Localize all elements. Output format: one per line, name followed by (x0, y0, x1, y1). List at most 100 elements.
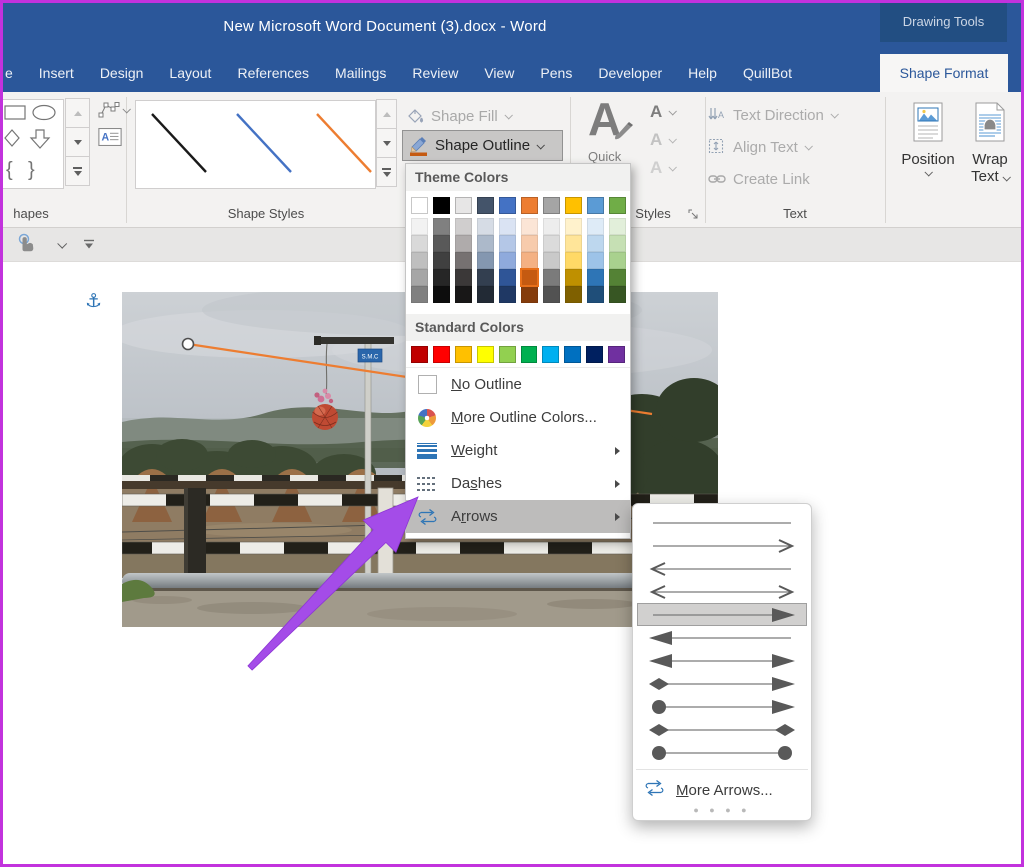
theme-variant-swatch[interactable] (543, 218, 560, 235)
theme-color-swatch[interactable] (609, 197, 626, 214)
standard-color-swatch[interactable] (521, 346, 538, 363)
theme-variant-swatch[interactable] (609, 286, 626, 303)
text-effects-button[interactable]: A (650, 158, 675, 178)
tab-review[interactable]: Review (399, 54, 471, 92)
theme-variant-swatch[interactable] (433, 218, 450, 235)
theme-variant-swatch[interactable] (455, 218, 472, 235)
theme-variant-swatch[interactable] (411, 235, 428, 252)
arrow-style-circle-both[interactable] (637, 741, 807, 764)
menu-item-weight[interactable]: Weight (406, 434, 630, 467)
theme-variant-swatch[interactable] (411, 218, 428, 235)
theme-variant-swatch[interactable] (521, 252, 538, 269)
standard-color-swatch[interactable] (499, 346, 516, 363)
ink-dropdown-chevron-icon[interactable] (57, 239, 67, 249)
standard-color-swatch[interactable] (586, 346, 603, 363)
tab-layout[interactable]: Layout (156, 54, 224, 92)
align-text-button[interactable]: Align Text (708, 138, 811, 156)
menu-item-arrows[interactable]: Arrows (406, 500, 630, 533)
arrow-style-open-left[interactable] (637, 557, 807, 580)
more-arrows-button[interactable]: More Arrows... (633, 775, 811, 805)
standard-color-swatch[interactable] (542, 346, 559, 363)
position-button[interactable]: Position (893, 102, 963, 176)
theme-variant-swatch[interactable] (477, 235, 494, 252)
theme-variant-swatch[interactable] (455, 286, 472, 303)
theme-color-swatch[interactable] (521, 197, 538, 214)
edit-shape-button[interactable] (98, 102, 129, 118)
wordart-dialog-launcher[interactable] (688, 209, 699, 220)
theme-variant-swatch[interactable] (543, 269, 560, 286)
tab-quillbot[interactable]: QuillBot (730, 54, 805, 92)
tab-home-partial[interactable]: e (0, 54, 26, 92)
theme-variant-swatch[interactable] (477, 269, 494, 286)
standard-color-swatch[interactable] (564, 346, 581, 363)
arrow-style-diamond-both[interactable] (637, 718, 807, 741)
shape-outline-button[interactable]: Shape Outline (402, 130, 563, 161)
shapes-scroll-up-button[interactable] (65, 98, 90, 128)
theme-variant-swatch[interactable] (499, 218, 516, 235)
arrow-style-solid-left[interactable] (637, 626, 807, 649)
standard-color-swatch[interactable] (608, 346, 625, 363)
standard-color-swatch[interactable] (455, 346, 472, 363)
shape-style-thumbnail-orange[interactable] (309, 108, 379, 181)
shape-endpoint-handle[interactable] (183, 339, 194, 350)
menu-item-dashes[interactable]: Dashes (406, 467, 630, 500)
create-link-button[interactable]: Create Link (708, 170, 810, 188)
standard-color-swatch[interactable] (411, 346, 428, 363)
tab-developer[interactable]: Developer (585, 54, 675, 92)
menu-item-no-outline[interactable]: No Outline (406, 368, 630, 401)
theme-variant-swatch[interactable] (521, 218, 538, 235)
theme-color-swatch[interactable] (587, 197, 604, 214)
tab-insert[interactable]: Insert (26, 54, 87, 92)
theme-variant-swatch[interactable] (455, 269, 472, 286)
styles-scroll-down-button[interactable] (376, 128, 397, 158)
arrow-style-none[interactable] (637, 511, 807, 534)
theme-variant-swatch[interactable] (477, 286, 494, 303)
theme-variant-swatch[interactable] (411, 252, 428, 269)
wrap-text-button[interactable]: WrapText (958, 102, 1022, 185)
arrow-style-circle-left-solid-right[interactable] (637, 695, 807, 718)
theme-variant-swatch[interactable] (609, 235, 626, 252)
menu-item-more-outline-colors[interactable]: More Outline Colors... (406, 401, 630, 434)
theme-variant-swatch[interactable] (543, 252, 560, 269)
toolbar-more-icon[interactable] (82, 239, 96, 251)
theme-variant-swatch[interactable] (587, 218, 604, 235)
theme-variant-swatch[interactable] (565, 252, 582, 269)
theme-variant-swatch[interactable] (433, 286, 450, 303)
shapes-gallery[interactable]: { } (2, 99, 64, 189)
shapes-gallery-more-button[interactable] (65, 156, 90, 186)
theme-variant-swatch[interactable] (609, 269, 626, 286)
theme-variant-swatch[interactable] (411, 286, 428, 303)
theme-variant-swatch[interactable] (455, 252, 472, 269)
theme-variant-swatch[interactable] (499, 252, 516, 269)
tab-shape-format[interactable]: Shape Format (880, 54, 1008, 92)
tab-pens[interactable]: Pens (527, 54, 585, 92)
arrow-style-solid-both[interactable] (637, 649, 807, 672)
theme-color-swatch[interactable] (477, 197, 494, 214)
selected-color-swatch[interactable] (521, 269, 538, 286)
text-outline-button[interactable]: A (650, 130, 675, 150)
standard-color-swatch[interactable] (477, 346, 494, 363)
theme-variant-swatch[interactable] (565, 235, 582, 252)
standard-color-swatch[interactable] (433, 346, 450, 363)
theme-color-swatch[interactable] (499, 197, 516, 214)
theme-variant-swatch[interactable] (433, 235, 450, 252)
theme-variant-swatch[interactable] (521, 286, 538, 303)
arrow-style-open-right[interactable] (637, 534, 807, 557)
tab-references[interactable]: References (224, 54, 322, 92)
theme-variant-swatch[interactable] (455, 235, 472, 252)
shape-style-thumbnail-blue[interactable] (229, 108, 299, 181)
tab-design[interactable]: Design (87, 54, 157, 92)
shape-style-thumbnail-black[interactable] (144, 108, 214, 181)
theme-color-swatch[interactable] (433, 197, 450, 214)
text-direction-button[interactable]: A Text Direction (708, 106, 837, 124)
theme-variant-swatch[interactable] (433, 252, 450, 269)
theme-variant-swatch[interactable] (543, 286, 560, 303)
theme-variant-swatch[interactable] (543, 235, 560, 252)
theme-variant-swatch[interactable] (565, 218, 582, 235)
draw-with-touch-icon[interactable] (14, 232, 40, 258)
theme-variant-swatch[interactable] (433, 269, 450, 286)
theme-variant-swatch[interactable] (565, 269, 582, 286)
submenu-grip[interactable]: ● ● ● ● (633, 805, 811, 820)
theme-variant-swatch[interactable] (477, 252, 494, 269)
theme-variant-swatch[interactable] (587, 235, 604, 252)
